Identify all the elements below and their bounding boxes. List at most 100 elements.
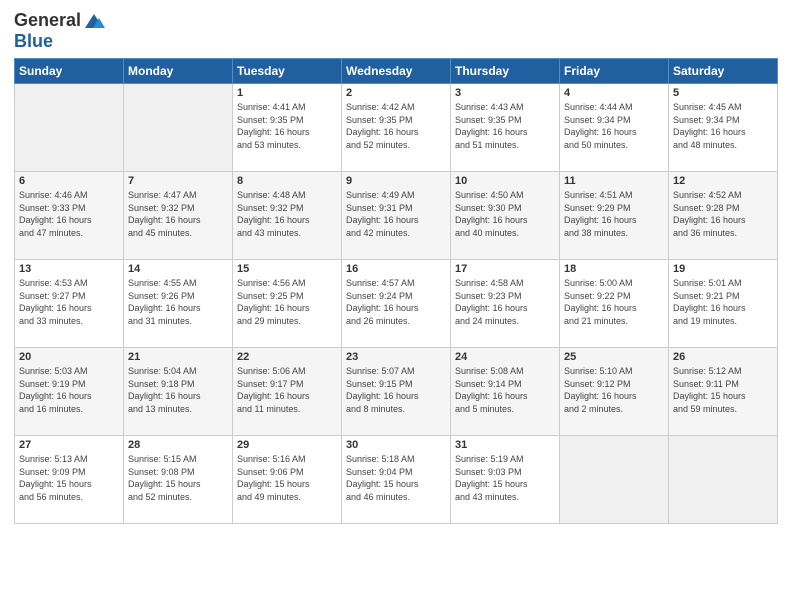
day-info: Sunrise: 4:55 AM Sunset: 9:26 PM Dayligh…	[128, 277, 228, 327]
day-info: Sunrise: 4:58 AM Sunset: 9:23 PM Dayligh…	[455, 277, 555, 327]
day-info: Sunrise: 5:04 AM Sunset: 9:18 PM Dayligh…	[128, 365, 228, 415]
calendar-day-cell: 13Sunrise: 4:53 AM Sunset: 9:27 PM Dayli…	[15, 260, 124, 348]
calendar-week-row: 6 Sunrise: 4:46 AM Sunset: 9:33 PM Daylig…	[15, 172, 778, 260]
day-number: 7	[128, 175, 228, 187]
day-number: 6	[19, 175, 119, 187]
calendar-day-cell: 31 Sunrise: 5:19 AM Sunset: 9:03 PM Dayli…	[451, 436, 560, 524]
day-number: 26	[673, 351, 773, 363]
calendar-day-cell: 8 Sunrise: 4:48 AM Sunset: 9:32 PM Daylig…	[233, 172, 342, 260]
day-number: 25	[564, 351, 664, 363]
calendar-day-cell: 3 Sunrise: 4:43 AM Sunset: 9:35 PM Daylig…	[451, 84, 560, 172]
weekday-header: Tuesday	[233, 59, 342, 84]
day-info: Sunrise: 4:46 AM Sunset: 9:33 PM Dayligh…	[19, 189, 119, 239]
calendar-day-cell: 10 Sunrise: 4:50 AM Sunset: 9:30 PM Dayli…	[451, 172, 560, 260]
day-info: Sunrise: 4:53 AM Sunset: 9:27 PM Dayligh…	[19, 277, 119, 327]
calendar-day-cell: 9 Sunrise: 4:49 AM Sunset: 9:31 PM Daylig…	[342, 172, 451, 260]
day-info: Sunrise: 4:44 AM Sunset: 9:34 PM Dayligh…	[564, 101, 664, 151]
calendar-day-cell: 24Sunrise: 5:08 AM Sunset: 9:14 PM Dayli…	[451, 348, 560, 436]
header: General Blue	[14, 10, 778, 52]
calendar-day-cell: 21 Sunrise: 5:04 AM Sunset: 9:18 PM Dayli…	[124, 348, 233, 436]
calendar-day-cell: 25 Sunrise: 5:10 AM Sunset: 9:12 PM Dayli…	[560, 348, 669, 436]
day-info: Sunrise: 4:57 AM Sunset: 9:24 PM Dayligh…	[346, 277, 446, 327]
day-info: Sunrise: 5:18 AM Sunset: 9:04 PM Dayligh…	[346, 453, 446, 503]
day-info: Sunrise: 4:45 AM Sunset: 9:34 PM Dayligh…	[673, 101, 773, 151]
day-number: 8	[237, 175, 337, 187]
day-number: 23	[346, 351, 446, 363]
calendar-day-cell: 23 Sunrise: 5:07 AM Sunset: 9:15 PM Dayli…	[342, 348, 451, 436]
day-info: Sunrise: 4:52 AM Sunset: 9:28 PM Dayligh…	[673, 189, 773, 239]
day-number: 16	[346, 263, 446, 275]
day-info: Sunrise: 5:07 AM Sunset: 9:15 PM Dayligh…	[346, 365, 446, 415]
day-number: 30	[346, 439, 446, 451]
calendar-day-cell: 26 Sunrise: 5:12 AM Sunset: 9:11 PM Dayli…	[669, 348, 778, 436]
day-number: 28	[128, 439, 228, 451]
calendar-day-cell	[124, 84, 233, 172]
calendar-day-cell	[15, 84, 124, 172]
day-info: Sunrise: 4:49 AM Sunset: 9:31 PM Dayligh…	[346, 189, 446, 239]
day-info: Sunrise: 5:15 AM Sunset: 9:08 PM Dayligh…	[128, 453, 228, 503]
day-info: Sunrise: 4:51 AM Sunset: 9:29 PM Dayligh…	[564, 189, 664, 239]
day-number: 9	[346, 175, 446, 187]
day-number: 3	[455, 87, 555, 99]
day-number: 27	[19, 439, 119, 451]
day-number: 21	[128, 351, 228, 363]
logo-blue-text: Blue	[14, 31, 105, 52]
calendar-day-cell: 5Sunrise: 4:45 AM Sunset: 9:34 PM Daylig…	[669, 84, 778, 172]
day-number: 10	[455, 175, 555, 187]
day-info: Sunrise: 5:16 AM Sunset: 9:06 PM Dayligh…	[237, 453, 337, 503]
calendar-day-cell: 15 Sunrise: 4:56 AM Sunset: 9:25 PM Dayli…	[233, 260, 342, 348]
day-info: Sunrise: 5:12 AM Sunset: 9:11 PM Dayligh…	[673, 365, 773, 415]
day-info: Sunrise: 5:19 AM Sunset: 9:03 PM Dayligh…	[455, 453, 555, 503]
day-number: 4	[564, 87, 664, 99]
page: General Blue SundayMondayTuesdayWednesda…	[0, 0, 792, 612]
day-info: Sunrise: 4:43 AM Sunset: 9:35 PM Dayligh…	[455, 101, 555, 151]
day-info: Sunrise: 4:56 AM Sunset: 9:25 PM Dayligh…	[237, 277, 337, 327]
calendar-day-cell: 1Sunrise: 4:41 AM Sunset: 9:35 PM Daylig…	[233, 84, 342, 172]
calendar-day-cell: 17Sunrise: 4:58 AM Sunset: 9:23 PM Dayli…	[451, 260, 560, 348]
weekday-header: Monday	[124, 59, 233, 84]
calendar-day-cell: 2Sunrise: 4:42 AM Sunset: 9:35 PM Daylig…	[342, 84, 451, 172]
calendar-day-cell: 28 Sunrise: 5:15 AM Sunset: 9:08 PM Dayli…	[124, 436, 233, 524]
day-info: Sunrise: 5:08 AM Sunset: 9:14 PM Dayligh…	[455, 365, 555, 415]
calendar-table: SundayMondayTuesdayWednesdayThursdayFrid…	[14, 58, 778, 524]
logo-general-text: General	[14, 10, 81, 31]
calendar-day-cell: 4 Sunrise: 4:44 AM Sunset: 9:34 PM Daylig…	[560, 84, 669, 172]
weekday-header: Wednesday	[342, 59, 451, 84]
day-info: Sunrise: 5:01 AM Sunset: 9:21 PM Dayligh…	[673, 277, 773, 327]
calendar-day-cell: 29 Sunrise: 5:16 AM Sunset: 9:06 PM Dayli…	[233, 436, 342, 524]
day-number: 15	[237, 263, 337, 275]
day-number: 19	[673, 263, 773, 275]
day-info: Sunrise: 4:50 AM Sunset: 9:30 PM Dayligh…	[455, 189, 555, 239]
logo-icon	[83, 12, 105, 30]
day-info: Sunrise: 5:13 AM Sunset: 9:09 PM Dayligh…	[19, 453, 119, 503]
calendar-day-cell: 6 Sunrise: 4:46 AM Sunset: 9:33 PM Daylig…	[15, 172, 124, 260]
weekday-header: Friday	[560, 59, 669, 84]
calendar-week-row: 27 Sunrise: 5:13 AM Sunset: 9:09 PM Dayli…	[15, 436, 778, 524]
calendar-day-cell: 30 Sunrise: 5:18 AM Sunset: 9:04 PM Dayli…	[342, 436, 451, 524]
calendar-day-cell: 20 Sunrise: 5:03 AM Sunset: 9:19 PM Dayli…	[15, 348, 124, 436]
day-number: 29	[237, 439, 337, 451]
day-number: 11	[564, 175, 664, 187]
day-info: Sunrise: 4:41 AM Sunset: 9:35 PM Dayligh…	[237, 101, 337, 151]
calendar-day-cell: 7Sunrise: 4:47 AM Sunset: 9:32 PM Daylig…	[124, 172, 233, 260]
calendar-day-cell: 22Sunrise: 5:06 AM Sunset: 9:17 PM Dayli…	[233, 348, 342, 436]
calendar-day-cell: 19 Sunrise: 5:01 AM Sunset: 9:21 PM Dayli…	[669, 260, 778, 348]
day-info: Sunrise: 5:00 AM Sunset: 9:22 PM Dayligh…	[564, 277, 664, 327]
day-info: Sunrise: 5:06 AM Sunset: 9:17 PM Dayligh…	[237, 365, 337, 415]
day-info: Sunrise: 5:03 AM Sunset: 9:19 PM Dayligh…	[19, 365, 119, 415]
day-number: 18	[564, 263, 664, 275]
weekday-header: Thursday	[451, 59, 560, 84]
day-info: Sunrise: 4:48 AM Sunset: 9:32 PM Dayligh…	[237, 189, 337, 239]
day-number: 20	[19, 351, 119, 363]
calendar-week-row: 20 Sunrise: 5:03 AM Sunset: 9:19 PM Dayli…	[15, 348, 778, 436]
day-info: Sunrise: 5:10 AM Sunset: 9:12 PM Dayligh…	[564, 365, 664, 415]
weekday-header: Saturday	[669, 59, 778, 84]
calendar-day-cell: 27 Sunrise: 5:13 AM Sunset: 9:09 PM Dayli…	[15, 436, 124, 524]
day-number: 12	[673, 175, 773, 187]
calendar-week-row: 1Sunrise: 4:41 AM Sunset: 9:35 PM Daylig…	[15, 84, 778, 172]
logo: General Blue	[14, 10, 105, 52]
calendar-day-cell: 11 Sunrise: 4:51 AM Sunset: 9:29 PM Dayli…	[560, 172, 669, 260]
day-number: 31	[455, 439, 555, 451]
day-info: Sunrise: 4:42 AM Sunset: 9:35 PM Dayligh…	[346, 101, 446, 151]
calendar-day-cell	[560, 436, 669, 524]
